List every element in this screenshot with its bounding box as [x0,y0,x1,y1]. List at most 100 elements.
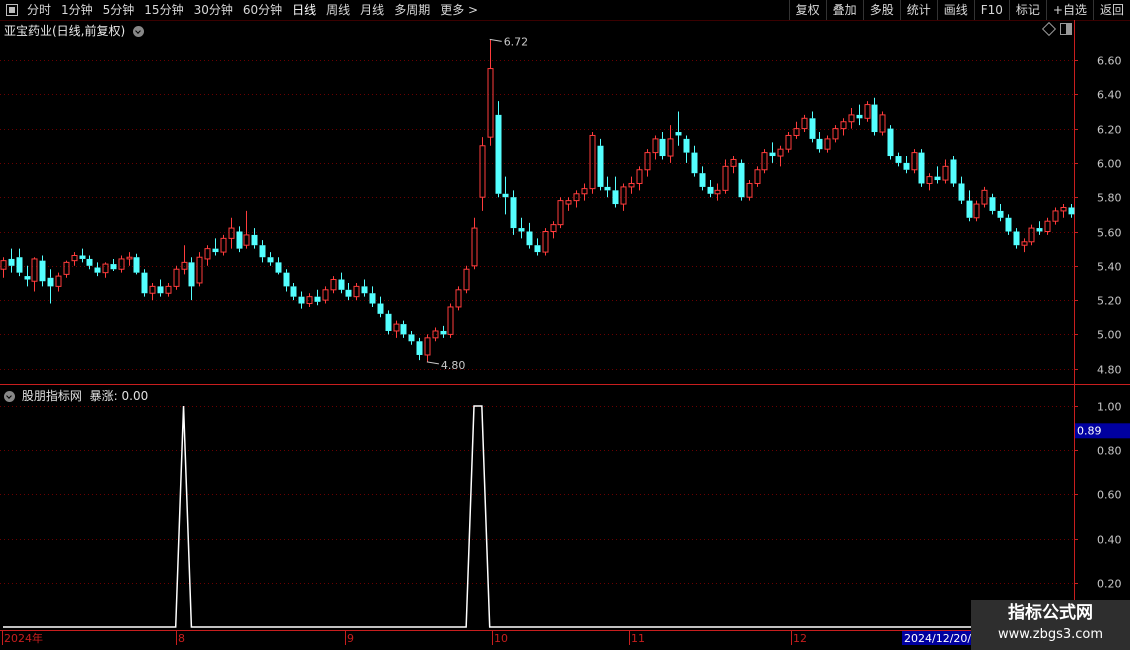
candle-body [628,182,635,188]
candle [196,252,203,287]
candle [1036,221,1043,235]
candle [71,252,78,266]
candle-body [243,234,250,246]
candle-body [290,286,297,297]
candle [408,330,415,345]
candle-body [330,279,337,291]
candle-body [667,138,674,157]
candle-body [416,341,423,355]
chart-canvas[interactable]: 6.60 6.40 6.20 6.00 5.80 5.60 5.40 5.20 5.00 4.80… [0,0,1130,650]
price-tick-label: 5.80 [1097,192,1122,205]
candle [769,142,776,163]
candle [714,183,721,201]
candle [275,257,282,275]
candle-body [550,224,557,232]
candle [895,152,902,167]
candle-body [754,169,761,184]
candle-body [691,152,698,174]
indicator-tick-label: 0.40 [1097,534,1122,547]
candle-body [659,138,666,157]
candle-body [526,231,533,246]
candle-body [495,114,502,194]
candle-body [518,228,525,232]
candle-body [644,152,651,171]
candle [879,111,886,136]
candle-body [816,138,823,150]
candle-body [47,277,54,287]
candle [612,176,619,208]
candle [110,258,117,271]
candle [259,240,266,263]
candle [887,125,894,160]
candle [212,238,219,256]
candle [534,238,541,256]
candle-body [1013,231,1020,246]
candle-body [220,237,227,253]
candle [149,282,156,301]
price-tick-label: 6.60 [1097,55,1122,68]
indicator-line [3,405,1063,628]
high-marker-line [489,38,502,42]
candle-body [856,114,863,119]
candle-body [385,313,392,331]
candle [283,269,290,292]
candle-body [887,128,894,157]
candle-body [24,276,31,280]
candle [966,190,973,222]
candle [361,279,368,297]
indicator-tick-label: 0.20 [1097,578,1122,591]
candle [730,156,737,174]
candle-body [275,262,282,273]
candle-body [251,234,258,246]
candle-body [196,256,203,284]
candle [628,176,635,194]
candle-body [1005,217,1012,232]
candle-body [848,114,855,123]
candle [63,260,70,278]
candle-body [306,296,313,305]
watermark-title: 指标公式网 [1008,603,1093,623]
candle [848,108,855,129]
candle-body [895,156,902,163]
candle [463,265,470,294]
candle-body [79,255,86,259]
candle [1044,217,1051,235]
candle [801,114,808,133]
candle-body [934,176,941,181]
candle [298,291,305,309]
candle-body [911,152,918,171]
candle [832,125,839,143]
candle-body [322,289,329,301]
candle [761,149,768,174]
candle [267,252,274,266]
candle [644,149,651,177]
candle-body [259,245,266,258]
candle-body [746,182,753,198]
watermark-url: www.zbgs3.com [997,627,1104,642]
candle [79,248,86,263]
candle [173,265,180,290]
candle [1013,228,1020,249]
candle [377,296,384,318]
candle [220,234,227,256]
candle [385,310,392,335]
candle [0,257,7,278]
candle [809,111,816,143]
candle [181,245,188,275]
candle [236,226,243,253]
candle-body [777,148,784,157]
candle-body [958,183,965,201]
candle-body [455,289,462,308]
candle [542,228,549,256]
candle-body [8,258,15,266]
candle-body [94,267,101,273]
candle [942,159,949,184]
candle-body [1052,210,1059,222]
candle-body [487,68,494,138]
candle [39,255,46,287]
candle-body [377,303,384,314]
candle-body [738,162,745,198]
candle [526,222,533,249]
candle-body [463,268,470,291]
candle [793,121,800,139]
